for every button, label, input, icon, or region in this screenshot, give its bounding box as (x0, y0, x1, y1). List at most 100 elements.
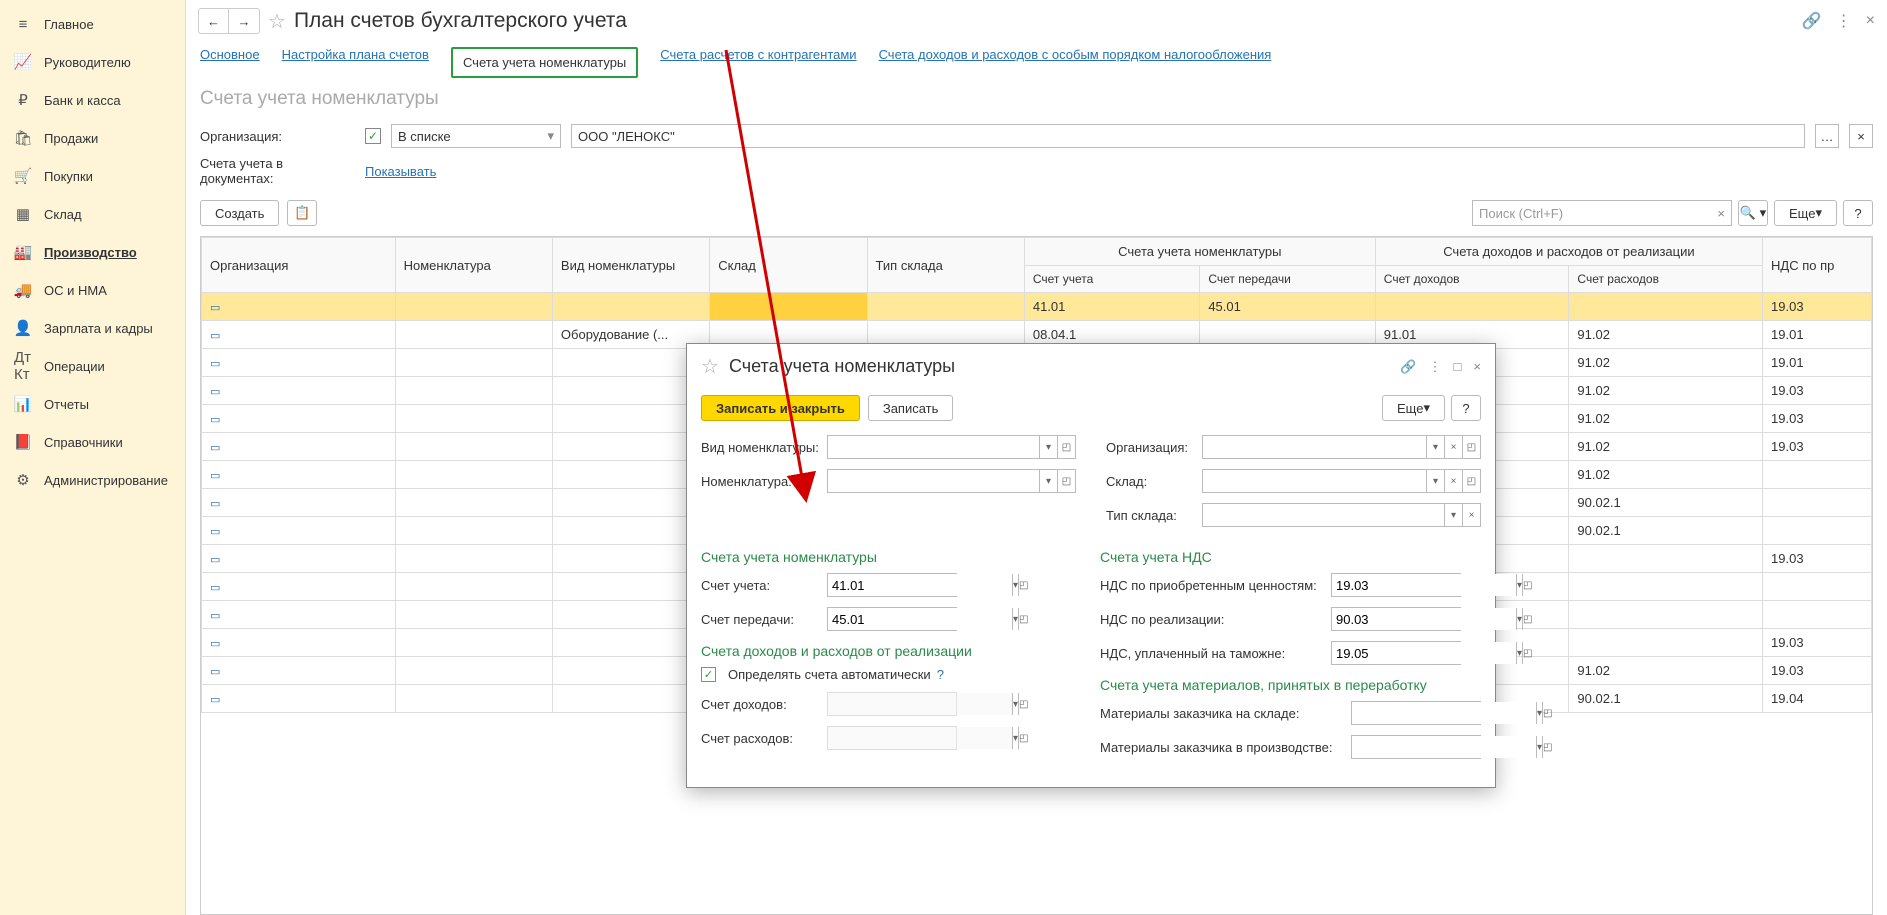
auto-checkbox[interactable]: ✓ (701, 667, 716, 682)
acct-label: Счет учета: (701, 578, 821, 593)
sidebar-item-9[interactable]: Дт КтОперации (0, 347, 185, 385)
dlg-wh-input[interactable]: ▾×◰ (1202, 469, 1481, 493)
mat-prod-input[interactable]: ▾◰ (1351, 735, 1481, 759)
sidebar-icon: ≡ (14, 15, 32, 33)
org-filter-value[interactable]: ООО "ЛЕНОКС" (571, 124, 1805, 148)
row-icon: ▭ (210, 302, 220, 314)
th-group-accts[interactable]: Счета учета номенклатуры (1024, 238, 1375, 266)
tab-3[interactable]: Счета расчетов с контрагентами (660, 47, 856, 78)
vat-purch-input[interactable]: ▾◰ (1331, 573, 1461, 597)
th-group-income[interactable]: Счета доходов и расходов от реализации (1375, 238, 1762, 266)
row-icon: ▭ (210, 330, 220, 342)
sidebar-item-4[interactable]: 🛒Покупки (0, 157, 185, 195)
th-expense[interactable]: Счет расходов (1569, 266, 1763, 293)
th-org[interactable]: Организация (202, 238, 396, 293)
vat-sale-label: НДС по реализации: (1100, 612, 1325, 627)
th-warehouse[interactable]: Склад (710, 238, 867, 293)
dialog-close-icon[interactable]: × (1473, 359, 1481, 375)
th-kind[interactable]: Вид номенклатуры (552, 238, 709, 293)
more-button[interactable]: Еще ▾ (1774, 200, 1837, 226)
vat-sale-input[interactable]: ▾◰ (1331, 607, 1461, 631)
dlg-org-input[interactable]: ▾×◰ (1202, 435, 1481, 459)
kind-label: Вид номенклатуры: (701, 440, 821, 455)
save-close-button[interactable]: Записать и закрыть (701, 395, 860, 421)
sidebar-label: ОС и НМА (44, 283, 107, 298)
dlg-whtype-input[interactable]: ▾× (1202, 503, 1481, 527)
org-filter-clear[interactable]: × (1849, 124, 1873, 148)
sidebar-item-5[interactable]: ▦Склад (0, 195, 185, 233)
dialog-more-button[interactable]: Еще ▾ (1382, 395, 1445, 421)
sidebar-item-8[interactable]: 👤Зарплата и кадры (0, 309, 185, 347)
sidebar-item-1[interactable]: 📈Руководителю (0, 43, 185, 81)
kind-input[interactable]: ▾◰ (827, 435, 1076, 459)
th-transfer[interactable]: Счет передачи (1200, 266, 1375, 293)
sidebar-label: Администрирование (44, 473, 168, 488)
forward-button[interactable]: → (229, 9, 259, 33)
mat-wh-input[interactable]: ▾◰ (1351, 701, 1481, 725)
row-icon: ▭ (210, 638, 220, 650)
link-icon[interactable]: 🔗 (1802, 11, 1822, 31)
dialog-star-icon[interactable]: ☆ (701, 354, 719, 379)
tab-1[interactable]: Настройка плана счетов (282, 47, 429, 78)
table-row[interactable]: ▭41.0145.0119.03 (202, 293, 1872, 321)
copy-button[interactable]: 📋 (287, 200, 317, 226)
sidebar-item-0[interactable]: ≡Главное (0, 5, 185, 43)
favorite-star-icon[interactable]: ☆ (268, 9, 286, 34)
tab-4[interactable]: Счета доходов и расходов с особым порядк… (879, 47, 1272, 78)
sidebar-label: Покупки (44, 169, 93, 184)
close-icon[interactable]: × (1866, 12, 1875, 30)
th-vat[interactable]: НДС по пр (1763, 238, 1872, 293)
th-wtype[interactable]: Тип склада (867, 238, 1024, 293)
sidebar-label: Склад (44, 207, 82, 222)
acct-input[interactable]: ▾◰ (827, 573, 957, 597)
dialog-link-icon[interactable]: 🔗 (1400, 359, 1416, 375)
sidebar-icon: 👤 (14, 319, 32, 337)
sidebar-item-2[interactable]: ₽Банк и касса (0, 81, 185, 119)
income-label: Счет доходов: (701, 697, 821, 712)
search-input[interactable]: Поиск (Ctrl+F)× (1472, 200, 1732, 226)
sidebar-icon: ₽ (14, 91, 32, 109)
auto-help[interactable]: ? (937, 667, 944, 682)
docs-filter-label: Счета учета в документах: (200, 156, 355, 186)
sidebar-item-10[interactable]: 📊Отчеты (0, 385, 185, 423)
menu-icon[interactable]: ⋮ (1836, 11, 1852, 31)
docs-show-link[interactable]: Показывать (365, 164, 436, 179)
sidebar-icon: 📈 (14, 53, 32, 71)
expense-input: ▾◰ (827, 726, 957, 750)
sidebar-item-7[interactable]: 🚚 ОС и НМА (0, 271, 185, 309)
save-button[interactable]: Записать (868, 395, 954, 421)
org-filter-mode[interactable]: В списке▾ (391, 124, 561, 148)
nomen-input[interactable]: ▾◰ (827, 469, 1076, 493)
sidebar: ≡Главное📈Руководителю₽Банк и касса🛍Прода… (0, 0, 186, 915)
sidebar-item-12[interactable]: ⚙ Администрирование (0, 461, 185, 499)
transfer-label: Счет передачи: (701, 612, 821, 627)
row-icon: ▭ (210, 610, 220, 622)
sidebar-item-11[interactable]: 📕Справочники (0, 423, 185, 461)
tab-0[interactable]: Основное (200, 47, 260, 78)
sidebar-icon: ⚙ (14, 471, 32, 489)
th-acct[interactable]: Счет учета (1024, 266, 1199, 293)
org-filter-label: Организация: (200, 129, 355, 144)
page-title: План счетов бухгалтерского учета (294, 9, 627, 33)
vat-purch-label: НДС по приобретенным ценностям: (1100, 578, 1325, 593)
th-nomen[interactable]: Номенклатура (395, 238, 552, 293)
sidebar-item-6[interactable]: 🏭Производство (0, 233, 185, 271)
row-icon: ▭ (210, 526, 220, 538)
transfer-input[interactable]: ▾◰ (827, 607, 957, 631)
tab-2[interactable]: Счета учета номенклатуры (451, 47, 638, 78)
sidebar-item-3[interactable]: 🛍Продажи (0, 119, 185, 157)
row-icon: ▭ (210, 554, 220, 566)
search-button[interactable]: 🔍 ▾ (1738, 200, 1768, 226)
sidebar-icon: 🚚 (14, 281, 32, 299)
back-button[interactable]: ← (199, 9, 229, 33)
dialog-help-button[interactable]: ? (1451, 395, 1481, 421)
org-filter-more[interactable]: … (1815, 124, 1839, 148)
help-button[interactable]: ? (1843, 200, 1873, 226)
org-filter-checkbox[interactable]: ✓ (365, 128, 381, 144)
th-income[interactable]: Счет доходов (1375, 266, 1569, 293)
create-button[interactable]: Создать (200, 200, 279, 226)
expense-label: Счет расходов: (701, 731, 821, 746)
vat-cust-input[interactable]: ▾◰ (1331, 641, 1461, 665)
dialog-menu-icon[interactable]: ⋮ (1429, 359, 1442, 375)
dialog-maximize-icon[interactable]: □ (1454, 359, 1462, 375)
